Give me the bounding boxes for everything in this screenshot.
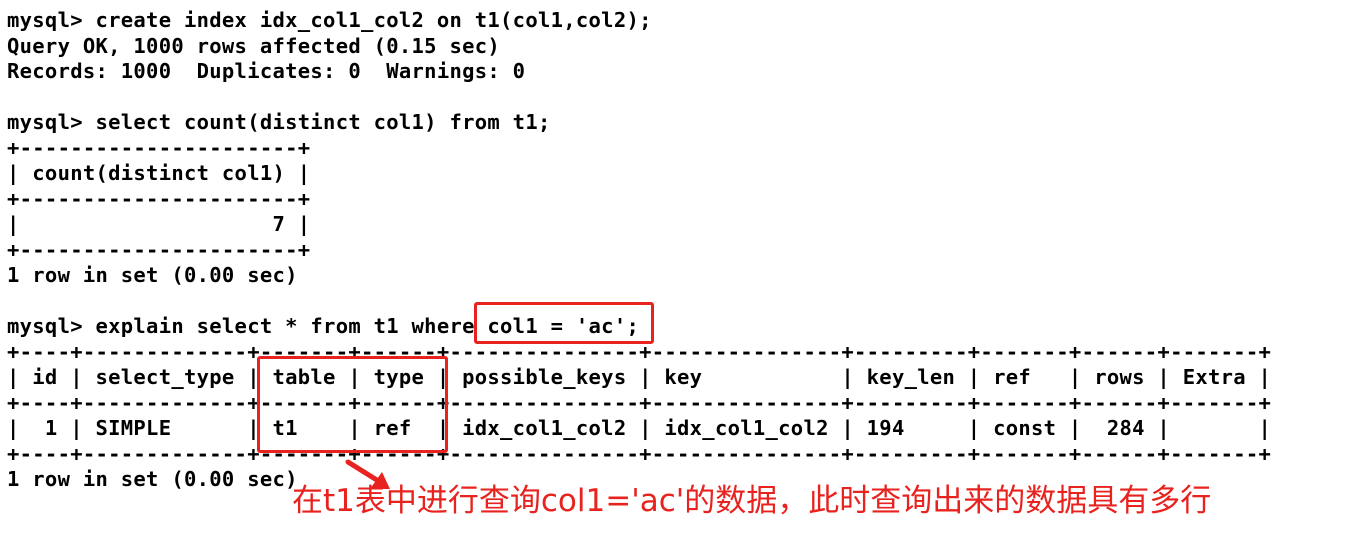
- terminal-line: +----------------------+: [7, 135, 311, 160]
- terminal-line: | id | select_type | table | type | poss…: [7, 365, 1272, 389]
- terminal-line: +----+-------------+-------+------+-----…: [7, 390, 1272, 415]
- terminal-line: +----------------------+: [7, 186, 311, 211]
- terminal-line: 1 row in set (0.00 sec): [7, 263, 298, 287]
- terminal-line: mysql> create index idx_col1_col2 on t1(…: [7, 8, 652, 32]
- terminal-line: | 7 |: [7, 212, 311, 236]
- highlight-table-type-columns: [257, 356, 448, 453]
- terminal-line: Records: 1000 Duplicates: 0 Warnings: 0: [7, 59, 526, 83]
- terminal-line: +----+-------------+-------+------+-----…: [7, 441, 1272, 466]
- terminal-line: +----------------------+: [7, 237, 311, 262]
- terminal-line: | 1 | SIMPLE | t1 | ref | idx_col1_col2 …: [7, 416, 1272, 440]
- terminal-line: mysql> select count(distinct col1) from …: [7, 110, 551, 134]
- annotation-text: 在t1表中进行查询col1='ac'的数据，此时查询出来的数据具有多行: [292, 483, 1212, 519]
- terminal-output: mysql> create index idx_col1_col2 on t1(…: [7, 8, 1271, 493]
- highlight-where-condition: [474, 302, 654, 344]
- terminal-line: Query OK, 1000 rows affected (0.15 sec): [7, 33, 501, 58]
- terminal-line: | count(distinct col1) |: [7, 161, 311, 185]
